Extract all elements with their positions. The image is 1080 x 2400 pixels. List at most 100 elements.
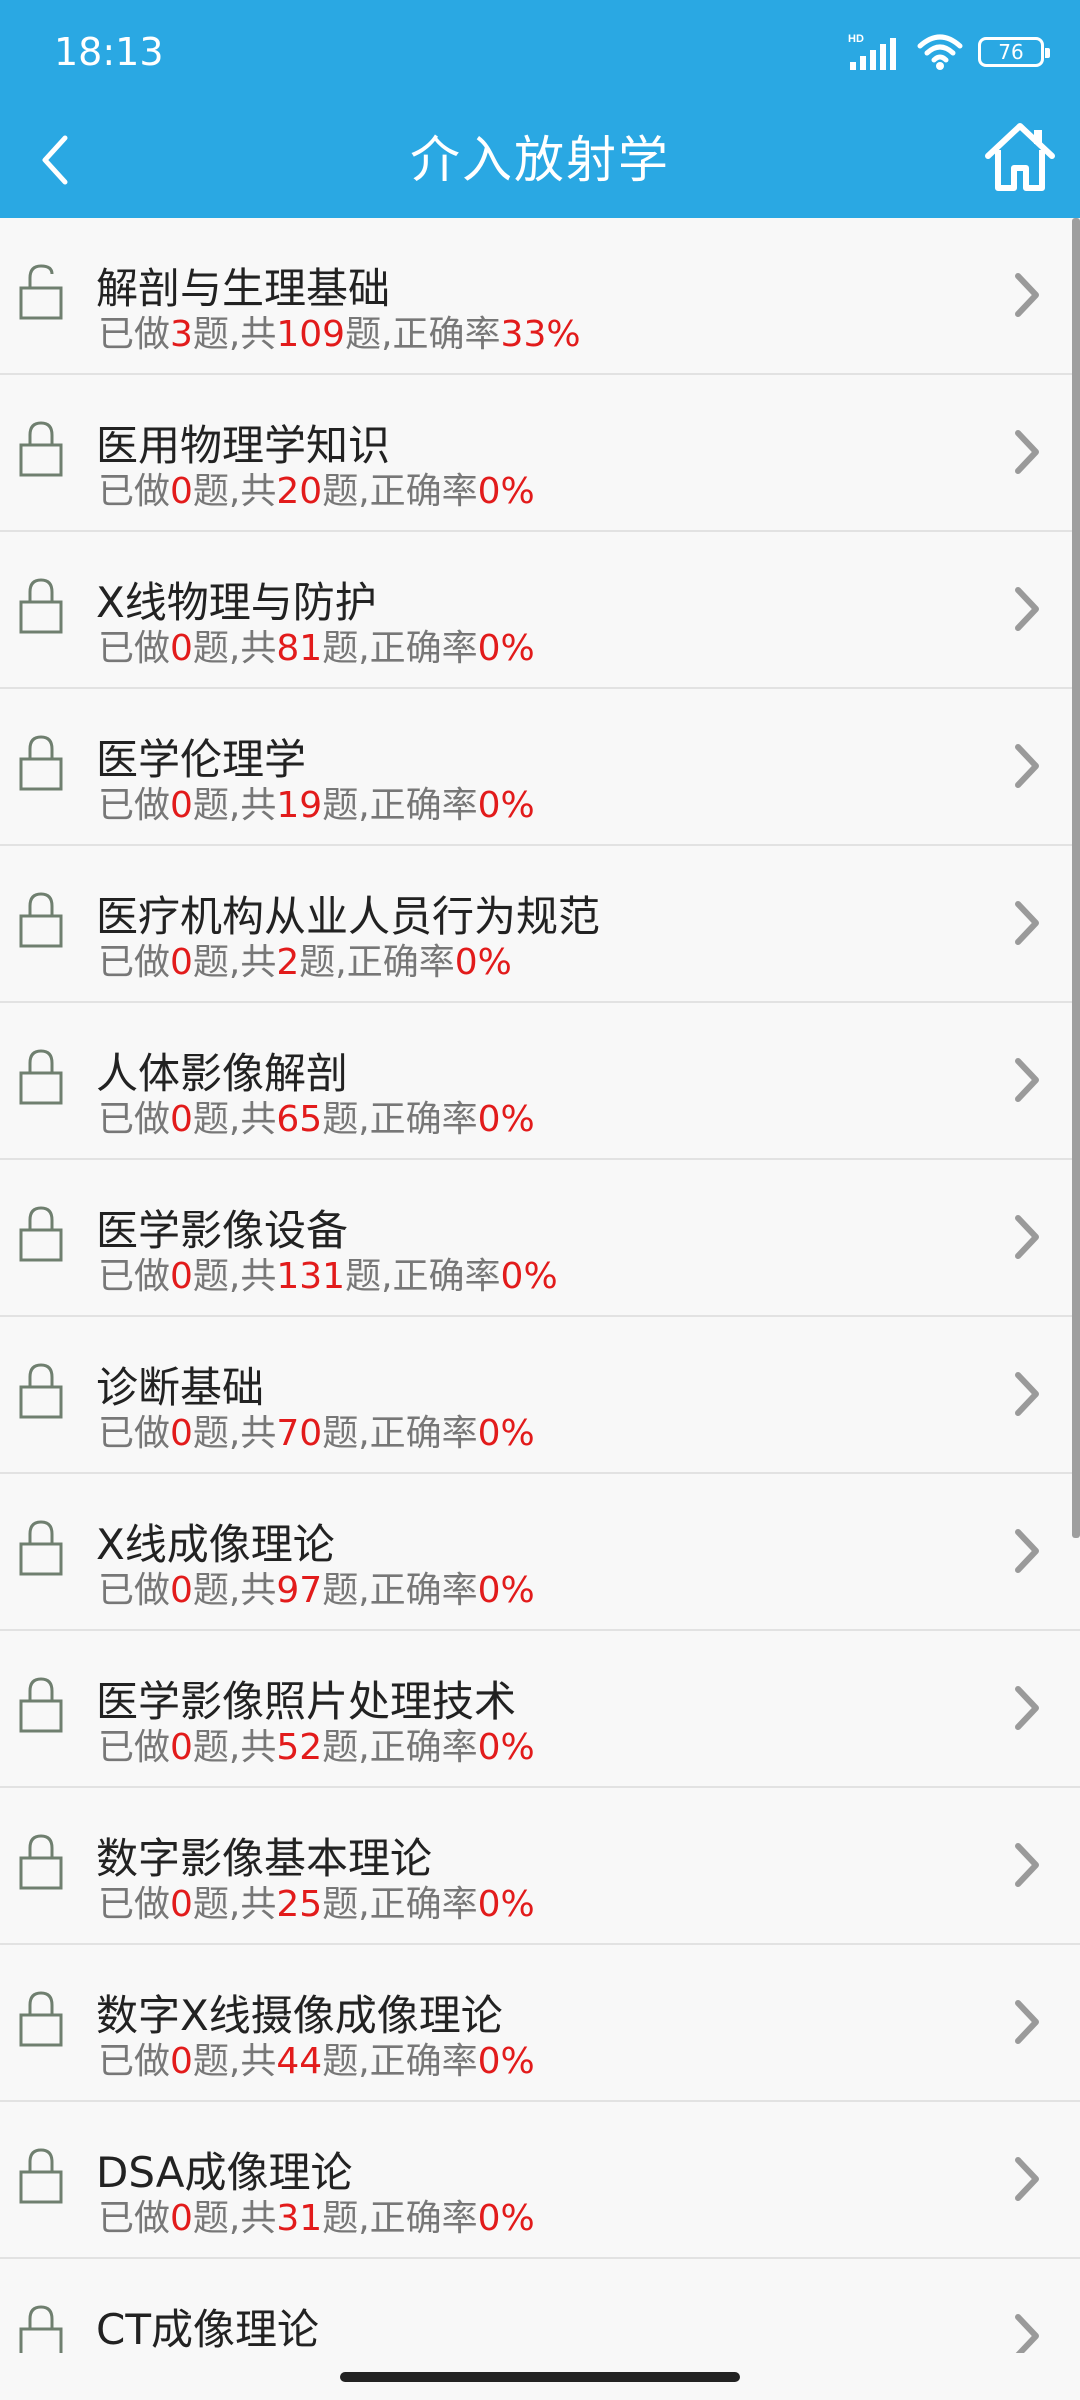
home-icon (985, 123, 1055, 191)
lock-icon (19, 892, 63, 948)
item-title: 医疗机构从业人员行为规范 (96, 892, 601, 941)
chevron-right-icon (1015, 1686, 1039, 1730)
item-stats: 已做0题,共97题,正确率0% (98, 1570, 535, 1611)
lock-icon (19, 1206, 63, 1262)
chapter-list: 解剖与生理基础 已做3题,共109题,正确率33% 医用物理学知识 已做0题,共… (0, 218, 1080, 2353)
total-count: 19 (276, 785, 323, 826)
lock-icon (19, 2148, 63, 2204)
item-stats: 已做0题,共2题,正确率0% (98, 942, 512, 983)
signal-icon: HD (848, 33, 896, 70)
list-item[interactable]: 医学影像照片处理技术 已做0题,共52题,正确率0% (0, 1631, 1080, 1788)
lock-icon (19, 1991, 63, 2047)
total-count: 20 (276, 471, 323, 512)
done-count: 0 (170, 471, 193, 512)
done-count: 3 (170, 314, 193, 355)
lock-icon (19, 1049, 63, 1105)
list-item[interactable]: X线成像理论 已做0题,共97题,正确率0% (0, 1474, 1080, 1631)
item-stats: 已做0题,共44题,正确率0% (98, 2041, 535, 2082)
total-count: 25 (276, 1884, 323, 1925)
total-count: 109 (276, 314, 346, 355)
list-item[interactable]: 数字影像基本理论 已做0题,共25题,正确率0% (0, 1788, 1080, 1945)
accuracy-rate: 0% (454, 942, 512, 983)
accuracy-rate: 0% (477, 1099, 535, 1140)
list-item[interactable]: CT成像理论 (0, 2259, 1080, 2353)
item-title: X线物理与防护 (96, 578, 377, 627)
lock-icon (19, 1834, 63, 1890)
lock-icon (19, 735, 63, 791)
item-stats: 已做0题,共31题,正确率0% (98, 2198, 535, 2239)
list-item[interactable]: 医用物理学知识 已做0题,共20题,正确率0% (0, 375, 1080, 532)
accuracy-rate: 0% (477, 2198, 535, 2239)
item-title: DSA成像理论 (96, 2148, 353, 2197)
accuracy-rate: 0% (477, 628, 535, 669)
accuracy-rate: 0% (477, 1413, 535, 1454)
done-count: 0 (170, 1099, 193, 1140)
accuracy-rate: 33% (500, 314, 581, 355)
accuracy-rate: 0% (477, 2041, 535, 2082)
item-title: 人体影像解剖 (96, 1049, 349, 1098)
lock-icon (19, 2305, 63, 2353)
lock-icon (19, 1520, 63, 1576)
chevron-right-icon (1015, 1843, 1039, 1887)
app-header: 18:13 HD 76 介入放射学 (0, 0, 1080, 218)
svg-text:HD: HD (848, 33, 864, 45)
item-title: 数字X线摄像成像理论 (96, 1991, 503, 2040)
done-count: 0 (170, 1570, 193, 1611)
total-count: 44 (276, 2041, 323, 2082)
chevron-right-icon (1015, 1372, 1039, 1416)
item-stats: 已做3题,共109题,正确率33% (98, 314, 581, 355)
item-stats: 已做0题,共19题,正确率0% (98, 785, 535, 826)
item-title: 解剖与生理基础 (96, 264, 391, 313)
wifi-icon (917, 34, 963, 70)
list-item[interactable]: 诊断基础 已做0题,共70题,正确率0% (0, 1317, 1080, 1474)
list-item[interactable]: 人体影像解剖 已做0题,共65题,正确率0% (0, 1003, 1080, 1160)
lock-icon (19, 264, 63, 320)
accuracy-rate: 0% (477, 785, 535, 826)
total-count: 97 (276, 1570, 323, 1611)
total-count: 2 (276, 942, 300, 983)
battery-icon: 76 (978, 37, 1050, 67)
list-item[interactable]: X线物理与防护 已做0题,共81题,正确率0% (0, 532, 1080, 689)
chevron-right-icon (1015, 901, 1039, 945)
item-title: 医学影像设备 (96, 1206, 349, 1255)
done-count: 0 (170, 2198, 193, 2239)
list-item[interactable]: DSA成像理论 已做0题,共31题,正确率0% (0, 2102, 1080, 2259)
list-item[interactable]: 数字X线摄像成像理论 已做0题,共44题,正确率0% (0, 1945, 1080, 2102)
item-title: 数字影像基本理论 (96, 1834, 433, 1883)
chevron-right-icon (1015, 273, 1039, 317)
chevron-right-icon (1015, 1215, 1039, 1259)
list-item[interactable]: 医疗机构从业人员行为规范 已做0题,共2题,正确率0% (0, 846, 1080, 1003)
home-button[interactable] (974, 110, 1066, 202)
chevron-right-icon (1015, 1058, 1039, 1102)
item-stats: 已做0题,共25题,正确率0% (98, 1884, 535, 1925)
accuracy-rate: 0% (500, 1256, 558, 1297)
status-icons: HD 76 (848, 30, 1050, 74)
accuracy-rate: 0% (477, 1727, 535, 1768)
list-item[interactable]: 解剖与生理基础 已做3题,共109题,正确率33% (0, 218, 1080, 375)
done-count: 0 (170, 1727, 193, 1768)
done-count: 0 (170, 628, 193, 669)
total-count: 65 (276, 1099, 323, 1140)
page-title: 介入放射学 (410, 131, 670, 189)
nav-bar: 介入放射学 (0, 100, 1080, 218)
battery-level: 76 (998, 40, 1024, 64)
item-title: 医学伦理学 (96, 735, 307, 784)
item-stats: 已做0题,共65题,正确率0% (98, 1099, 535, 1140)
home-indicator[interactable] (340, 2372, 740, 2382)
item-title: 医学影像照片处理技术 (96, 1677, 517, 1726)
done-count: 0 (170, 942, 193, 983)
done-count: 0 (170, 785, 193, 826)
total-count: 131 (276, 1256, 346, 1297)
lock-icon (19, 1363, 63, 1419)
accuracy-rate: 0% (477, 471, 535, 512)
item-title: 医用物理学知识 (96, 421, 391, 470)
chevron-right-icon (1015, 2000, 1039, 2044)
item-stats: 已做0题,共81题,正确率0% (98, 628, 535, 669)
list-item[interactable]: 医学伦理学 已做0题,共19题,正确率0% (0, 689, 1080, 846)
list-item[interactable]: 医学影像设备 已做0题,共131题,正确率0% (0, 1160, 1080, 1317)
scrollbar[interactable] (1072, 218, 1080, 1538)
total-count: 81 (276, 628, 323, 669)
chevron-right-icon (1015, 1529, 1039, 1573)
total-count: 31 (276, 2198, 323, 2239)
chevron-right-icon (1015, 2157, 1039, 2201)
